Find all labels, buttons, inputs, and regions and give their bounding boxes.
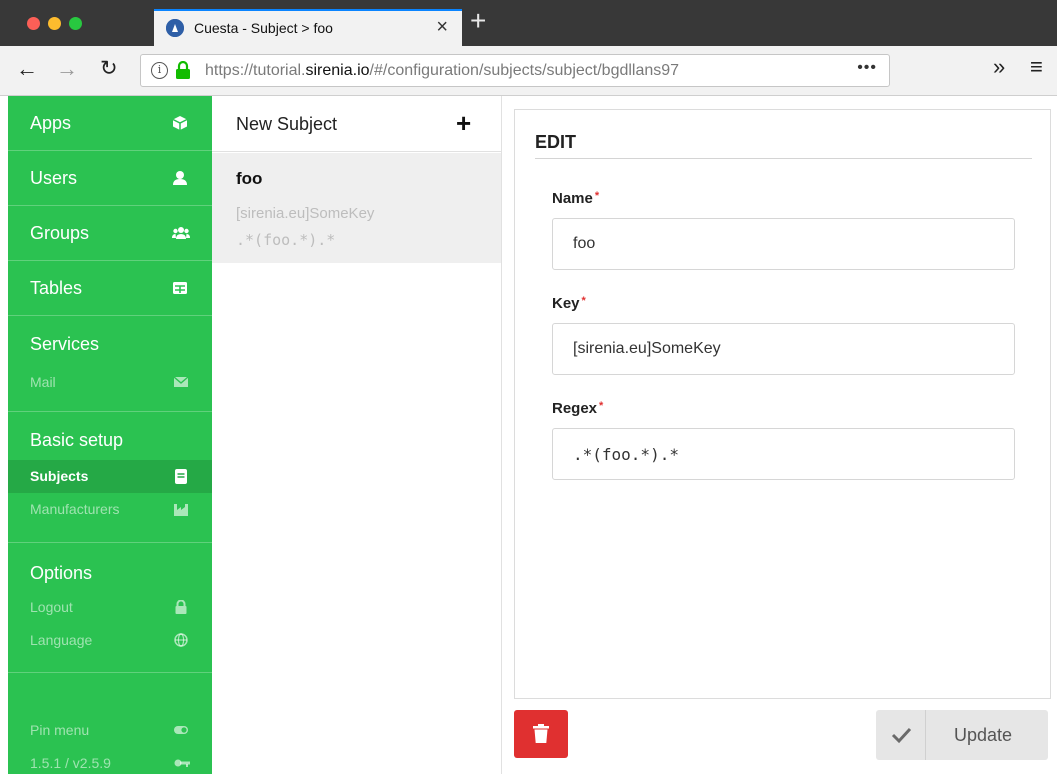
navigation-bar: ← → ↻ i https://tutorial.sirenia.io/#/co…	[0, 46, 1057, 96]
url-text[interactable]: https://tutorial.sirenia.io/#/configurat…	[205, 62, 815, 80]
sidebar-item-label: Users	[30, 168, 78, 188]
sidebar-item-label: Mail	[30, 374, 56, 390]
globe-icon	[174, 633, 188, 647]
sidebar-pin-menu[interactable]: Pin menu	[8, 714, 212, 747]
sidebar-group-title: Basic setup	[30, 430, 124, 450]
tab-close-icon[interactable]: ×	[436, 16, 448, 38]
new-subject-label: New Subject	[236, 114, 338, 134]
sidebar-group-basic-setup: Basic setup Subjects Manufacturers	[8, 412, 212, 543]
checkmark-icon	[876, 710, 926, 760]
subject-key: [sirenia.eu]SomeKey	[236, 205, 375, 222]
trash-icon	[533, 724, 549, 749]
sidebar-item-tables[interactable]: Tables	[8, 261, 212, 316]
sidebar: Apps Users Groups Tables Services Mail B…	[8, 96, 212, 774]
sidebar-group-services: Services Mail	[8, 316, 212, 412]
sidebar-item-label: Subjects	[30, 468, 89, 484]
key-icon	[174, 756, 190, 770]
hamburger-menu-icon[interactable]: ≡	[1030, 54, 1043, 80]
forward-arrow-icon[interactable]: →	[56, 56, 78, 82]
url-fade	[781, 57, 821, 85]
reload-icon[interactable]: ↻	[100, 56, 118, 82]
name-label: Name *	[552, 190, 600, 207]
sidebar-item-users[interactable]: Users	[8, 151, 212, 206]
sidebar-item-logout[interactable]: Logout	[8, 591, 212, 624]
version-label: 1.5.1 / v2.5.9	[30, 755, 111, 771]
window-maximize-button[interactable]	[69, 17, 82, 30]
sidebar-group-title: Options	[30, 563, 93, 583]
overflow-chevron-icon[interactable]: »	[993, 54, 1005, 80]
table-icon	[172, 280, 188, 296]
toggle-icon	[174, 723, 188, 737]
tab-strip: Cuesta - Subject > foo × +	[0, 0, 1057, 46]
browser-tab-active[interactable]: Cuesta - Subject > foo ×	[154, 9, 462, 46]
sidebar-group-options: Options Logout Language	[8, 543, 212, 673]
edit-form-panel: EDIT Name* Key* Regex*	[514, 109, 1051, 699]
sidebar-item-label: Language	[30, 632, 93, 648]
sidebar-group-title: Services	[30, 334, 100, 354]
users-icon	[172, 225, 190, 241]
cuesta-logo-icon	[166, 19, 184, 37]
name-field[interactable]	[552, 218, 1015, 270]
sidebar-item-subjects[interactable]: Subjects	[8, 460, 212, 493]
industry-icon	[174, 502, 188, 516]
regex-label: Regex *	[552, 400, 604, 417]
sidebar-item-mail[interactable]: Mail	[8, 366, 212, 399]
subject-name: foo	[236, 169, 263, 188]
subject-regex: .*(foo.*).*	[236, 231, 336, 249]
subject-list-panel: New Subject + foo [sirenia.eu]SomeKey .*…	[212, 96, 502, 774]
sidebar-item-label: Groups	[30, 223, 90, 243]
sidebar-item-label: Manufacturers	[30, 501, 120, 517]
sidebar-item-manufacturers[interactable]: Manufacturers	[8, 493, 212, 526]
padlock-icon[interactable]	[175, 60, 193, 81]
update-button[interactable]: Update	[876, 710, 1048, 760]
plus-icon[interactable]: +	[456, 110, 471, 136]
sidebar-item-label: Logout	[30, 599, 73, 615]
sidebar-item-language[interactable]: Language	[8, 624, 212, 657]
back-arrow-icon[interactable]: ←	[16, 56, 38, 82]
sidebar-item-apps[interactable]: Apps	[8, 96, 212, 151]
key-field[interactable]	[552, 323, 1015, 375]
key-label: Key *	[552, 295, 586, 312]
divider	[535, 158, 1032, 159]
browser-window: Cuesta - Subject > foo × + ← → ↻ i https…	[0, 0, 1057, 774]
sidebar-item-groups[interactable]: Groups	[8, 206, 212, 261]
sidebar-version: 1.5.1 / v2.5.9	[8, 747, 212, 780]
tab-title: Cuesta - Subject > foo	[194, 20, 333, 36]
cube-icon	[172, 115, 188, 131]
book-icon	[174, 469, 188, 484]
new-subject-header[interactable]: New Subject +	[212, 96, 501, 152]
window-close-button[interactable]	[27, 17, 40, 30]
sidebar-item-label: Tables	[30, 278, 83, 298]
new-tab-button[interactable]: +	[470, 6, 486, 36]
list-item[interactable]: foo [sirenia.eu]SomeKey .*(foo.*).*	[212, 153, 501, 263]
sidebar-item-label: Apps	[30, 113, 72, 133]
user-icon	[172, 170, 188, 186]
sidebar-item-label: Pin menu	[30, 722, 90, 738]
window-minimize-button[interactable]	[48, 17, 61, 30]
update-label: Update	[954, 725, 1013, 745]
delete-button[interactable]	[514, 710, 568, 758]
lock-icon	[174, 599, 188, 614]
edit-title: EDIT	[535, 132, 577, 152]
regex-field[interactable]	[552, 428, 1015, 480]
page-actions-icon[interactable]: •••	[857, 59, 877, 77]
envelope-icon	[173, 375, 189, 389]
info-icon[interactable]: i	[151, 62, 168, 79]
address-bar[interactable]: i https://tutorial.sirenia.io/#/configur…	[140, 54, 890, 87]
